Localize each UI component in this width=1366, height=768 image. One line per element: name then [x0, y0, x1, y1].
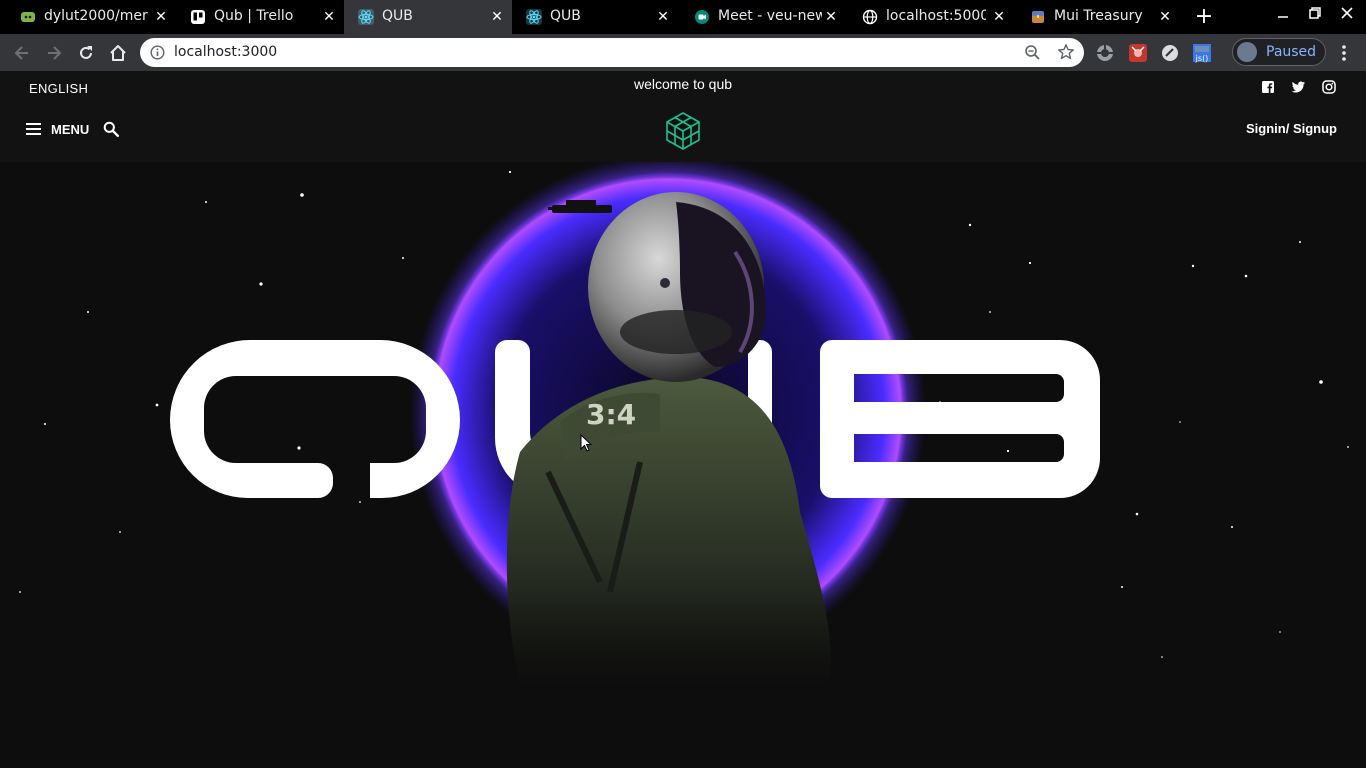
extension-icon[interactable] — [1160, 43, 1180, 63]
close-tab-icon[interactable]: ✕ — [321, 9, 337, 25]
home-icon[interactable] — [107, 42, 129, 64]
facebook-icon[interactable] — [1261, 79, 1275, 93]
back-icon[interactable] — [11, 42, 33, 64]
hero-banner: 3:4 — [0, 162, 1366, 768]
trello-icon — [190, 9, 206, 25]
tab-title: localhost:5000/ — [886, 8, 986, 24]
tab-title: Qub | Trello — [214, 8, 294, 24]
close-tab-icon[interactable]: ✕ — [1157, 9, 1173, 25]
signin-signup-link[interactable]: Signin/ Signup — [1246, 121, 1337, 136]
menu-button[interactable]: MENU — [26, 120, 89, 138]
tab-github[interactable]: dylut2000/mern ✕ — [6, 0, 176, 34]
close-tab-icon[interactable]: ✕ — [823, 9, 839, 25]
hamburger-icon — [26, 123, 41, 135]
svg-text:js(): js() — [1195, 54, 1209, 63]
github-icon — [20, 9, 36, 25]
minimize-icon[interactable] — [1273, 6, 1293, 26]
tab-title: dylut2000/mern — [44, 8, 148, 24]
tab-trello[interactable]: Qub | Trello ✕ — [176, 0, 344, 34]
tab-title: QUB — [382, 8, 413, 24]
search-icon[interactable] — [103, 121, 120, 138]
url-text: localhost:3000 — [174, 44, 278, 60]
welcome-text: welcome to qub — [633, 76, 733, 92]
browser-menu-icon[interactable] — [1337, 43, 1351, 63]
tab-title: Meet - veu-new — [718, 8, 822, 24]
react-icon — [526, 9, 542, 25]
globe-icon — [862, 9, 878, 25]
extension-icon[interactable]: js() — [1192, 43, 1212, 63]
reload-icon[interactable] — [75, 42, 97, 64]
mouse-cursor-icon — [580, 434, 592, 452]
tab-qub-active[interactable]: QUB ✕ — [344, 0, 512, 34]
svg-text:3:4: 3:4 — [586, 398, 636, 431]
tab-localhost-5000[interactable]: localhost:5000/ ✕ — [848, 0, 1016, 34]
close-tab-icon[interactable]: ✕ — [655, 9, 671, 25]
close-tab-icon[interactable]: ✕ — [489, 9, 505, 25]
close-window-icon[interactable] — [1337, 6, 1357, 26]
qub-logo-icon[interactable] — [665, 111, 701, 151]
instagram-icon[interactable] — [1322, 79, 1336, 94]
profile-button[interactable]: Paused — [1232, 38, 1326, 66]
extension-icon[interactable] — [1095, 43, 1115, 63]
zoom-icon[interactable] — [1024, 44, 1041, 61]
menu-label: MENU — [51, 121, 90, 137]
avatar — [1237, 42, 1257, 62]
info-icon[interactable] — [150, 45, 165, 60]
extension-icon[interactable] — [1128, 43, 1148, 63]
twitter-icon[interactable] — [1291, 79, 1305, 93]
close-tab-icon[interactable]: ✕ — [153, 9, 169, 25]
new-tab-button[interactable]: + — [1194, 6, 1214, 28]
tab-qub[interactable]: QUB ✕ — [512, 0, 680, 34]
forward-icon[interactable] — [43, 42, 65, 64]
site-header: ENGLISH welcome to qub MENU Signin/ Sign… — [0, 71, 1366, 162]
tab-strip: dylut2000/mern ✕ Qub | Trello ✕ QUB ✕ QU… — [0, 0, 1366, 34]
bookmark-star-icon[interactable] — [1057, 43, 1075, 61]
meet-icon — [694, 9, 710, 25]
tab-title: Mui Treasury — [1054, 8, 1143, 24]
hero-illustration: 3:4 — [0, 162, 1366, 768]
restore-icon[interactable] — [1305, 6, 1325, 26]
browser-toolbar: localhost:3000 js() Paused — [0, 34, 1366, 71]
close-tab-icon[interactable]: ✕ — [991, 9, 1007, 25]
react-icon — [358, 9, 374, 25]
tab-title: QUB — [550, 8, 581, 24]
page-viewport: ENGLISH welcome to qub MENU Signin/ Sign… — [0, 71, 1366, 768]
treasury-icon — [1030, 9, 1046, 25]
tab-meet[interactable]: Meet - veu-new ✕ — [680, 0, 848, 34]
address-bar[interactable]: localhost:3000 — [140, 38, 1084, 67]
tab-mui-treasury[interactable]: Mui Treasury ✕ — [1016, 0, 1184, 34]
profile-status: Paused — [1266, 44, 1317, 60]
